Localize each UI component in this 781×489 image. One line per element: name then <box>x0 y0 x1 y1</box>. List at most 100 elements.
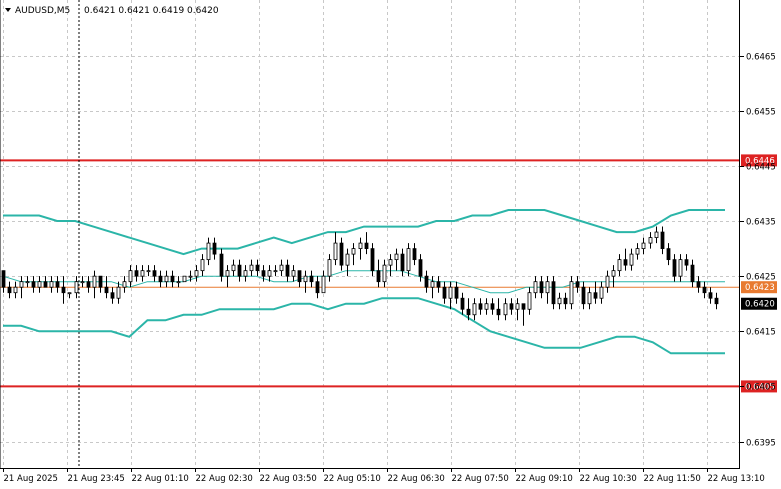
candle <box>629 248 634 271</box>
candle-body <box>641 242 646 250</box>
y-tick-label: 0.6405 <box>746 383 776 393</box>
candle <box>702 281 707 299</box>
candle <box>273 265 278 277</box>
candle <box>448 281 453 310</box>
candle <box>351 243 356 266</box>
candle-body <box>533 281 538 294</box>
candle <box>345 248 350 277</box>
x-tick-label: 22 Aug 11:50 <box>644 474 701 484</box>
candle-body <box>267 270 272 277</box>
bollinger-middle <box>2 270 725 294</box>
candle <box>212 237 217 260</box>
triangle-down-icon[interactable] <box>5 8 11 12</box>
y-tick-label: 0.6455 <box>746 108 776 118</box>
candle-body <box>128 270 133 283</box>
candle <box>67 292 72 299</box>
candle-body <box>110 292 115 299</box>
candle <box>243 265 248 282</box>
candle <box>605 270 610 293</box>
candle-body <box>303 275 308 283</box>
candle-body <box>194 270 199 277</box>
candle <box>339 237 344 271</box>
x-tick-label: 22 Aug 13:10 <box>708 474 765 484</box>
candle-body <box>37 281 42 288</box>
candle-body <box>448 286 453 299</box>
candle-body <box>279 264 284 272</box>
y-tick-label: 0.6465 <box>746 53 776 63</box>
candle-body <box>551 281 556 305</box>
candle-body <box>25 281 30 284</box>
candle <box>13 281 18 299</box>
candle <box>611 265 616 288</box>
candle <box>515 298 520 321</box>
candle <box>158 270 163 288</box>
candle <box>327 254 332 282</box>
chart-grid <box>0 0 740 468</box>
candle <box>134 265 139 282</box>
candle-body <box>261 270 266 277</box>
y-tick-label: 0.6445 <box>746 163 776 173</box>
candle-body <box>436 281 441 288</box>
candle <box>442 281 447 304</box>
candle-body <box>424 275 429 288</box>
candle <box>521 303 526 326</box>
bid-price-label: 0.6420 <box>745 300 775 310</box>
candle-body <box>55 281 60 288</box>
candle-body <box>666 248 671 261</box>
candle <box>285 259 290 282</box>
candle <box>116 281 121 304</box>
candle-body <box>605 275 610 288</box>
price-levels: 0.64460.64050.64230.6420 <box>0 154 777 393</box>
candle-body <box>13 286 18 294</box>
candle <box>122 276 127 293</box>
candle <box>436 276 441 293</box>
candle-body <box>581 286 586 305</box>
candle <box>194 265 199 282</box>
candle <box>37 276 42 293</box>
candle <box>92 270 97 299</box>
candle-body <box>345 253 350 266</box>
candle <box>593 281 598 304</box>
candle <box>672 254 677 282</box>
candle <box>490 298 495 315</box>
candle <box>315 276 320 299</box>
candle-body <box>358 242 363 250</box>
candle <box>617 254 622 277</box>
bollinger-lower <box>3 297 725 355</box>
candle <box>200 254 205 277</box>
candle-body <box>654 231 659 238</box>
candle <box>231 259 236 277</box>
candle-body <box>484 303 489 310</box>
bollinger-upper <box>3 209 725 256</box>
candle <box>164 270 169 288</box>
candle-body <box>382 264 387 283</box>
candle <box>563 292 568 310</box>
candle <box>80 276 85 288</box>
candle-body <box>122 281 127 288</box>
candle <box>321 270 326 294</box>
candle <box>206 237 211 266</box>
candle-body <box>702 286 707 294</box>
price-axis[interactable]: 0.6465 0.6455 0.6445 0.6435 0.6425 0.6415 0.64… <box>740 53 776 449</box>
candle <box>358 237 363 260</box>
candle <box>472 298 477 321</box>
candle-body <box>617 259 622 272</box>
candle-body <box>200 259 205 272</box>
candle-body <box>460 297 465 310</box>
candle-body <box>466 308 471 316</box>
x-tick-label: 22 Aug 03:50 <box>260 474 317 484</box>
candle-body <box>164 275 169 283</box>
price-chart[interactable]: 0.64460.64050.64230.6420 0.6465 0.6455 0.6… <box>0 0 781 489</box>
candle-body <box>249 264 254 272</box>
candle-body <box>394 253 399 261</box>
y-tick-label: 0.6435 <box>746 218 776 228</box>
candle <box>49 276 54 293</box>
x-tick-label: 22 Aug 07:50 <box>452 474 509 484</box>
candle <box>98 275 103 293</box>
candle-body <box>243 270 248 277</box>
x-tick-label: 22 Aug 05:10 <box>324 474 381 484</box>
candle-body <box>333 242 338 261</box>
time-axis[interactable]: 21 Aug 2025 21 Aug 23:45 22 Aug 01:10 22 Au… <box>3 468 765 484</box>
candle-body <box>273 270 278 273</box>
candle <box>110 287 115 304</box>
